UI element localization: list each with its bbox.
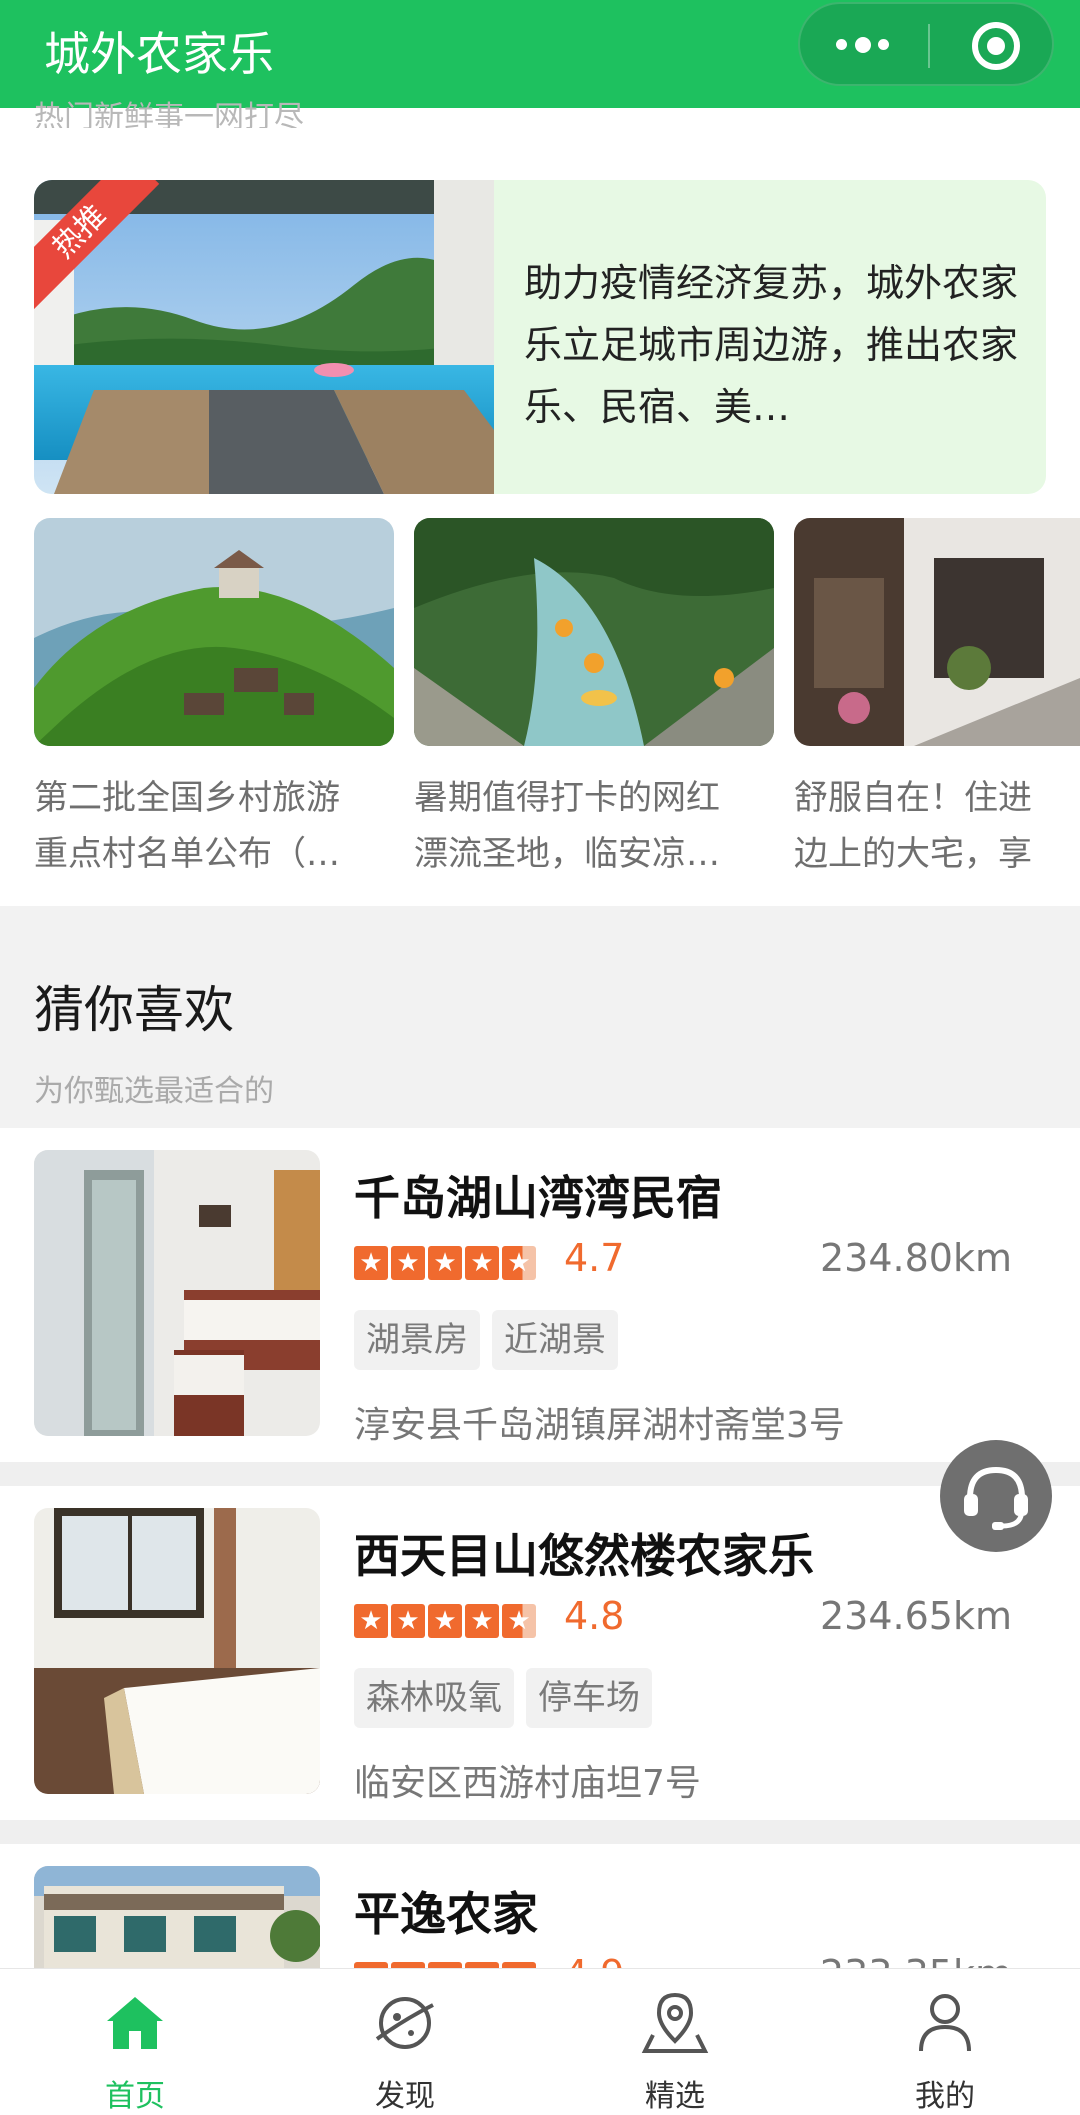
page-title: 城外农家乐 [44,27,274,81]
article-card[interactable]: 舒服自在！住进 边上的大宅，享 [794,518,1080,882]
article-title: 第二批全国乡村旅游 重点村名单公布（… [34,770,394,882]
listing-image [34,1508,320,1794]
listing-image [34,1866,320,1968]
listing-name: 西天目山悠然楼农家乐 [354,1529,814,1583]
listing-name: 千岛湖山湾湾民宿 [354,1171,722,1225]
star-rating: ★ ★ ★ ★ ★ [354,1246,536,1280]
listing-address: 淳安县千岛湖镇屏湖村斋堂3号 [354,1405,845,1446]
tab-featured[interactable]: 精选 [540,1969,810,2115]
tab-label: 我的 [915,2079,975,2114]
listing-card[interactable]: 千岛湖山湾湾民宿 ★ ★ ★ ★ ★ 4.7 234.80km 湖景房 近湖景 … [0,1128,1080,1462]
listing-name: 平逸农家 [354,1887,538,1941]
tag: 森林吸氧 [354,1668,514,1728]
featured-image: 热推 [34,180,494,494]
tab-label: 精选 [645,2079,705,2114]
article-title-line2: 边上的大宅，享 [794,834,1032,874]
home-icon [107,1997,163,2049]
article-card[interactable]: 暑期值得打卡的网红 漂流圣地，临安凉… [414,518,774,882]
article-image [34,518,394,746]
distance: 233.35km [820,1952,1012,1968]
half-star-icon: ★ [502,1604,536,1638]
star-rating: ★ ★ ★ ★ ★ [354,1604,536,1638]
listing-address: 临安区西游村庙坦7号 [354,1763,701,1804]
user-icon [919,1994,971,2052]
article-title: 暑期值得打卡的网红 漂流圣地，临安凉… [414,770,774,882]
tab-label: 发现 [375,2079,435,2114]
star-icon: ★ [465,1604,499,1638]
capsule-divider [928,24,930,68]
section-subtitle: 为你甄选最适合的 [34,1074,274,1109]
listing-image [34,1150,320,1436]
article-title-line2: 重点村名单公布（… [34,834,340,874]
article-title-line2: 漂流圣地，临安凉… [414,834,720,874]
star-icon: ★ [391,1604,425,1638]
customer-service-button[interactable] [940,1440,1052,1552]
tag-list: 森林吸氧 停车场 [354,1668,652,1728]
tab-mine[interactable]: 我的 [810,1969,1080,2115]
divider [0,1820,1080,1846]
tag: 湖景房 [354,1310,480,1370]
star-icon: ★ [428,1246,462,1280]
section-title: 猜你喜欢 [34,981,234,1039]
headset-icon [964,1466,1028,1530]
tab-home[interactable]: 首页 [0,1969,270,2115]
mini-program-capsule [798,2,1054,86]
nav-bar: 城外农家乐 [0,0,1080,108]
tab-label: 首页 [105,2079,165,2114]
article-image [794,518,1080,746]
distance: 234.80km [820,1236,1012,1280]
star-icon: ★ [354,1604,388,1638]
tag: 近湖景 [492,1310,618,1370]
rating-value: 4.9 [564,1952,624,1968]
rating-value: 4.7 [564,1236,625,1280]
featured-article-card[interactable]: 热推 助力疫情经济复苏，城外农家乐立足城市周边游，推出农家乐、民宿、美… [34,180,1046,494]
tab-bar: 首页 发现 精选 我的 [0,1968,1080,2115]
star-icon: ★ [465,1246,499,1280]
featured-description: 助力疫情经济复苏，城外农家乐立足城市周边游，推出农家乐、民宿、美… [524,261,1019,429]
article-title: 舒服自在！住进 边上的大宅，享 [794,770,1080,882]
section-subtitle-cut: 热门新鲜事一网打尽 [34,100,304,128]
star-icon: ★ [354,1246,388,1280]
article-title-line1: 第二批全国乡村旅游 [34,778,340,818]
article-title-line1: 暑期值得打卡的网红 [414,778,720,818]
star-icon: ★ [391,1246,425,1280]
tab-discover[interactable]: 发现 [270,1969,540,2115]
star-icon: ★ [428,1604,462,1638]
rating-value: 4.8 [564,1594,625,1638]
half-star-icon: ★ [502,1246,536,1280]
divider [0,1462,1080,1488]
close-target-icon[interactable] [972,22,1020,70]
map-pin-icon [641,1992,709,2053]
listing-card[interactable]: 西天目山悠然楼农家乐 ★ ★ ★ ★ ★ 4.8 234.65km 森林吸氧 停… [0,1486,1080,1820]
tag: 停车场 [526,1668,652,1728]
article-title-line1: 舒服自在！住进 [794,778,1032,818]
more-icon[interactable] [836,37,892,55]
article-card[interactable]: 第二批全国乡村旅游 重点村名单公布（… [34,518,394,882]
distance: 234.65km [820,1594,1012,1638]
tag-list: 湖景房 近湖景 [354,1310,618,1370]
listing-card[interactable]: 平逸农家 ★ ★ ★ ★ ★ 4.9 233.35km [0,1844,1080,1968]
article-image [414,518,774,746]
planet-icon [375,1997,434,2049]
